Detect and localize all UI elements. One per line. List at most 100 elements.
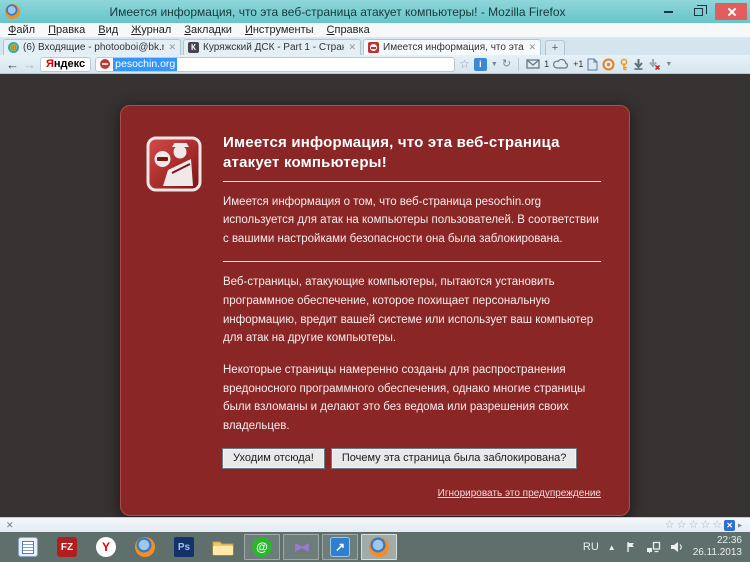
yandex-search-box[interactable]: Яндекс <box>40 56 92 72</box>
yandex-logo: Яндекс <box>46 57 86 70</box>
forward-button[interactable]: → <box>23 58 36 71</box>
rating-star-icon[interactable]: ☆ <box>712 519 722 531</box>
filezilla-icon: FZ <box>57 537 77 557</box>
yandex-browser-icon: Y <box>96 537 116 557</box>
minimize-button[interactable] <box>655 3 681 20</box>
taskbar-item-firefox-active[interactable] <box>361 534 397 560</box>
tab-close-icon[interactable]: ✕ <box>348 43 356 52</box>
reload-icon[interactable]: ↻ <box>502 58 511 70</box>
mail-icon[interactable] <box>526 59 540 69</box>
restore-button[interactable] <box>685 3 711 20</box>
calculator-icon <box>18 537 38 557</box>
window-title: Имеется информация, что эта веб-страница… <box>109 4 566 19</box>
rating-star-icon[interactable]: ☆ <box>665 519 675 531</box>
tab-forum-page[interactable]: К Куряжский ДСК - Part 1 - Страница ... … <box>183 39 361 55</box>
mailru-agent-icon: @ <box>252 537 272 557</box>
taskbar-item-yandex-browser[interactable]: Y <box>88 534 124 560</box>
speed-dial-icon[interactable] <box>602 58 615 71</box>
ignore-warning-link[interactable]: Игнорировать это предупреждение <box>438 488 601 499</box>
blue-arrow-icon: ↗ <box>330 537 350 557</box>
attack-warning-icon <box>368 42 379 53</box>
tab-close-icon[interactable]: ✕ <box>168 43 176 52</box>
menu-item-bookmarks[interactable]: Закладки <box>184 24 232 36</box>
clock-date: 26.11.2013 <box>692 547 742 558</box>
taskbar-item-filezilla[interactable]: FZ <box>49 534 85 560</box>
tab-mail-inbox[interactable]: @ (6) Входящие - photooboi@bk.ru - П... … <box>3 39 181 55</box>
butterfly-icon: ▶◀ <box>295 541 308 553</box>
menu-item-edit[interactable]: Правка <box>48 24 85 36</box>
tab-bar: @ (6) Входящие - photooboi@bk.ru - П... … <box>0 38 750 55</box>
page-translate-icon[interactable] <box>587 58 598 71</box>
hidden-icons-chevron[interactable]: ▲ <box>608 543 616 552</box>
site-favicon <box>100 59 111 69</box>
firefox-icon <box>5 4 20 19</box>
get-me-out-button[interactable]: Уходим отсюда! <box>222 448 325 470</box>
why-blocked-button[interactable]: Почему эта страница была заблокирована? <box>330 448 578 470</box>
back-button[interactable]: ← <box>6 58 19 71</box>
download-arrow-icon[interactable] <box>633 58 644 70</box>
addon-bar-close-icon[interactable]: ✕ <box>6 520 14 530</box>
system-tray: RU ▲ 22:36 26.11.2013 <box>583 535 746 560</box>
rating-star-icon[interactable]: ☆ <box>700 519 710 531</box>
close-button[interactable] <box>715 3 747 20</box>
addon-bar: ✕ ☆ ☆ ☆ ☆ ☆ ✕ ▼ <box>0 517 750 532</box>
taskbar-item-purple-butterfly-app[interactable]: ▶◀ <box>283 534 319 560</box>
mail-count-badge: 1 <box>544 59 550 69</box>
menu-item-help[interactable]: Справка <box>327 24 370 36</box>
language-indicator[interactable]: RU <box>583 541 599 553</box>
window-controls <box>655 3 747 20</box>
toolbar-separator <box>518 57 520 71</box>
rating-star-icon[interactable]: ☆ <box>677 519 687 531</box>
folder-icon <box>212 541 234 555</box>
taskbar-item-blue-arrow-app[interactable]: ↗ <box>322 534 358 560</box>
location-bar[interactable]: pesochin.org <box>95 56 456 72</box>
speaker-icon[interactable] <box>670 541 684 553</box>
url-text-selected[interactable]: pesochin.org <box>113 57 178 71</box>
attack-warning-dialog: Имеется информация, что эта веб-страница… <box>120 105 630 517</box>
menu-bar: Файл Правка Вид Журнал Закладки Инструме… <box>0 23 750 38</box>
chevron-down-icon[interactable]: ▼ <box>491 61 498 68</box>
bookmark-star-icon[interactable]: ☆ <box>459 57 470 71</box>
menu-item-view[interactable]: Вид <box>98 24 118 36</box>
action-center-flag-icon[interactable] <box>625 541 637 553</box>
dialog-buttons: Уходим отсюда! Почему эта страница была … <box>222 448 601 470</box>
mailru-icon: @ <box>8 42 19 53</box>
restore-icon <box>693 4 707 16</box>
firefox-window: Имеется информация, что эта веб-страница… <box>0 0 750 562</box>
rating-star-icon[interactable]: ☆ <box>688 519 698 531</box>
taskbar-item-firefox-pinned[interactable] <box>127 534 163 560</box>
taskbar-item-calculator[interactable] <box>10 534 46 560</box>
menu-item-file[interactable]: Файл <box>8 24 35 36</box>
toolbar-overflow-icon[interactable]: ▼ <box>665 61 672 68</box>
taskbar-clock[interactable]: 22:36 26.11.2013 <box>693 535 746 560</box>
divider <box>223 261 601 263</box>
taskbar-item-photoshop[interactable]: Ps <box>166 534 202 560</box>
navigation-toolbar: ← → Яндекс pesochin.org ☆ i ▼ ↻ 1 +1 ▼ <box>0 55 750 74</box>
clock-time: 22:36 <box>716 534 742 546</box>
warning-title: Имеется информация, что эта веб-страница… <box>223 134 560 172</box>
taskbar-item-mailru-agent[interactable]: @ <box>244 534 280 560</box>
chevron-right-icon[interactable]: ▼ <box>737 522 744 529</box>
dialog-body: Имеется информация, что эта веб-страница… <box>222 133 601 501</box>
close-icon <box>727 7 736 16</box>
photoshop-icon: Ps <box>174 537 194 557</box>
download-disabled-icon[interactable] <box>648 58 661 70</box>
attack-site-icon <box>146 136 202 192</box>
tab-close-icon[interactable]: ✕ <box>528 43 536 52</box>
addon-bar-widgets: ☆ ☆ ☆ ☆ ☆ ✕ ▼ <box>665 519 744 531</box>
key-login-icon[interactable] <box>619 58 629 71</box>
taskbar: FZ Y Ps @ ▶◀ ↗ RU ▲ 22:36 26.11.2013 <box>0 532 750 562</box>
taskbar-item-explorer[interactable] <box>205 534 241 560</box>
cloud-icon[interactable] <box>553 59 569 69</box>
yandex-elements-icon[interactable]: i <box>473 57 487 71</box>
new-tab-button[interactable]: + <box>545 40 565 55</box>
menu-item-history[interactable]: Журнал <box>131 24 171 36</box>
tab-attack-warning[interactable]: Имеется информация, что эта веб-... ✕ <box>363 39 541 55</box>
forum-icon: К <box>188 42 199 53</box>
menu-item-tools[interactable]: Инструменты <box>245 24 314 36</box>
browser-viewport: Имеется информация, что эта веб-страница… <box>0 74 750 517</box>
network-icon[interactable] <box>646 541 661 553</box>
firefox-icon <box>135 537 155 557</box>
rating-addon-icon[interactable]: ✕ <box>724 519 736 531</box>
tab-label: Имеется информация, что эта веб-... <box>383 42 524 53</box>
